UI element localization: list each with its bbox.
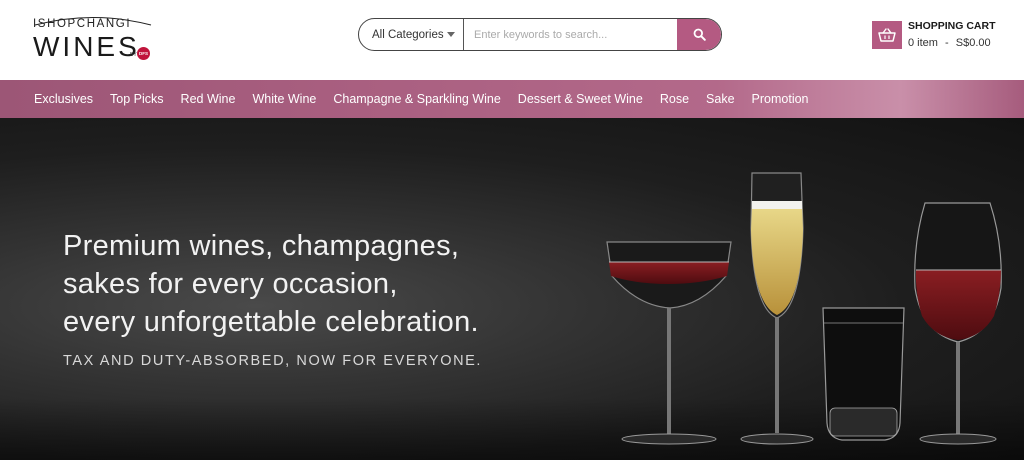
hero-subtitle: TAX AND DUTY-ABSORBED, NOW FOR EVERYONE. bbox=[63, 353, 483, 369]
tumbler-glass-icon bbox=[822, 307, 905, 441]
nav-item-promotion[interactable]: Promotion bbox=[752, 92, 809, 106]
category-select[interactable]: All Categories bbox=[359, 19, 464, 50]
nav-item-sake[interactable]: Sake bbox=[706, 92, 735, 106]
nav-item-champagne-sparkling[interactable]: Champagne & Sparkling Wine bbox=[333, 92, 500, 106]
nav-item-rose[interactable]: Rose bbox=[660, 92, 689, 106]
cart-total: S$0.00 bbox=[955, 37, 991, 49]
nav-item-white-wine[interactable]: White Wine bbox=[252, 92, 316, 106]
cart-count: 0 item bbox=[908, 37, 938, 49]
category-select-label: All Categories bbox=[372, 28, 444, 41]
search-button[interactable] bbox=[677, 19, 721, 50]
hero-headline-line-1: Premium wines, champagnes, bbox=[63, 230, 460, 262]
dfs-badge: DFS bbox=[137, 47, 150, 60]
search-bar: All Categories bbox=[358, 18, 722, 51]
cart-separator: - bbox=[945, 37, 949, 49]
shopping-cart[interactable]: SHOPPING CART 0 item - S$0.00 bbox=[872, 20, 1012, 56]
hero-headline-line-2: sakes for every occasion, bbox=[63, 268, 398, 300]
chevron-down-icon bbox=[447, 32, 455, 37]
logo-by-text: BY bbox=[130, 52, 137, 58]
site-header: ISHOPCHANGI WINES BY DFS All Categories bbox=[0, 0, 1024, 80]
cart-title: SHOPPING CART bbox=[908, 20, 996, 32]
nav-item-exclusives[interactable]: Exclusives bbox=[34, 92, 93, 106]
logo-main-text: WINES bbox=[33, 31, 140, 62]
nav-item-red-wine[interactable]: Red Wine bbox=[181, 92, 236, 106]
basket-icon bbox=[872, 21, 902, 49]
logo[interactable]: ISHOPCHANGI WINES BY DFS bbox=[33, 14, 158, 64]
search-icon bbox=[693, 28, 706, 41]
nav-item-dessert-sweet[interactable]: Dessert & Sweet Wine bbox=[518, 92, 643, 106]
logo-top-text: ISHOPCHANGI bbox=[33, 18, 132, 30]
nav-item-top-picks[interactable]: Top Picks bbox=[110, 92, 164, 106]
hero-banner[interactable]: Premium wines, champagnes, sakes for eve… bbox=[0, 118, 1024, 460]
search-input[interactable] bbox=[464, 19, 677, 50]
main-nav: Exclusives Top Picks Red Wine White Wine… bbox=[0, 80, 1024, 118]
hero-headline-line-3: every unforgettable celebration. bbox=[63, 306, 479, 338]
cart-summary: 0 item - S$0.00 bbox=[908, 37, 991, 49]
